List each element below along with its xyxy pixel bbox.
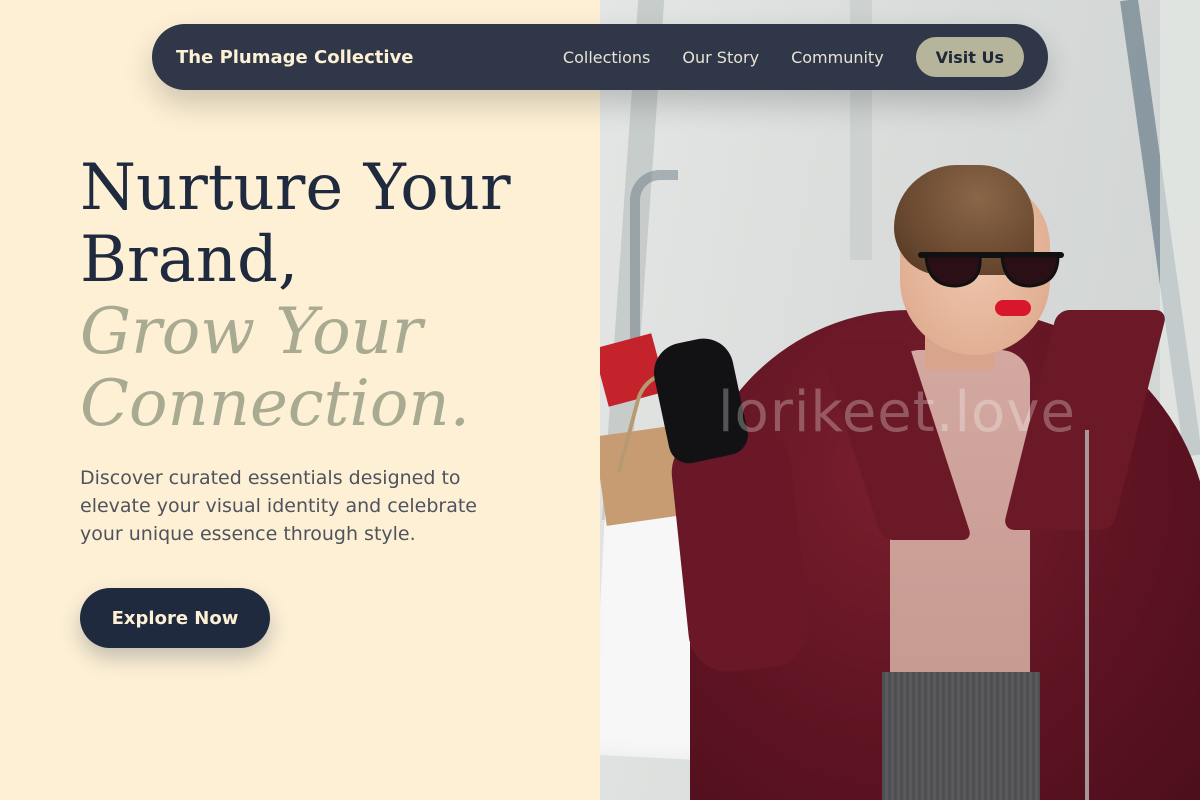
coat-zipper xyxy=(1085,430,1089,800)
visit-us-button[interactable]: Visit Us xyxy=(915,37,1024,77)
nav-links: Collections Our Story Community Visit Us xyxy=(563,37,1024,77)
hero-subtext: Discover curated essentials designed to … xyxy=(80,467,477,545)
landing-page: lorikeet.love The Plumage Collective Col… xyxy=(0,0,1200,800)
brand-logo-text[interactable]: The Plumage Collective xyxy=(176,47,414,68)
top-navbar: The Plumage Collective Collections Our S… xyxy=(152,24,1048,90)
image-watermark: lorikeet.love xyxy=(718,380,1076,445)
grey-skirt xyxy=(882,672,1040,800)
headline-secondary: Grow Your Connection. xyxy=(80,295,470,441)
headline-primary: Nurture Your Brand, xyxy=(80,151,511,297)
sunglasses-icon xyxy=(918,252,1064,288)
nav-link-our-story[interactable]: Our Story xyxy=(682,48,759,67)
nav-link-collections[interactable]: Collections xyxy=(563,48,650,67)
explore-now-button[interactable]: Explore Now xyxy=(80,588,270,648)
hero-photo: lorikeet.love xyxy=(600,0,1200,800)
red-lips xyxy=(995,300,1031,316)
nav-link-community[interactable]: Community xyxy=(791,48,884,67)
hero-headline: Nurture Your Brand, Grow Your Connection… xyxy=(80,152,560,440)
